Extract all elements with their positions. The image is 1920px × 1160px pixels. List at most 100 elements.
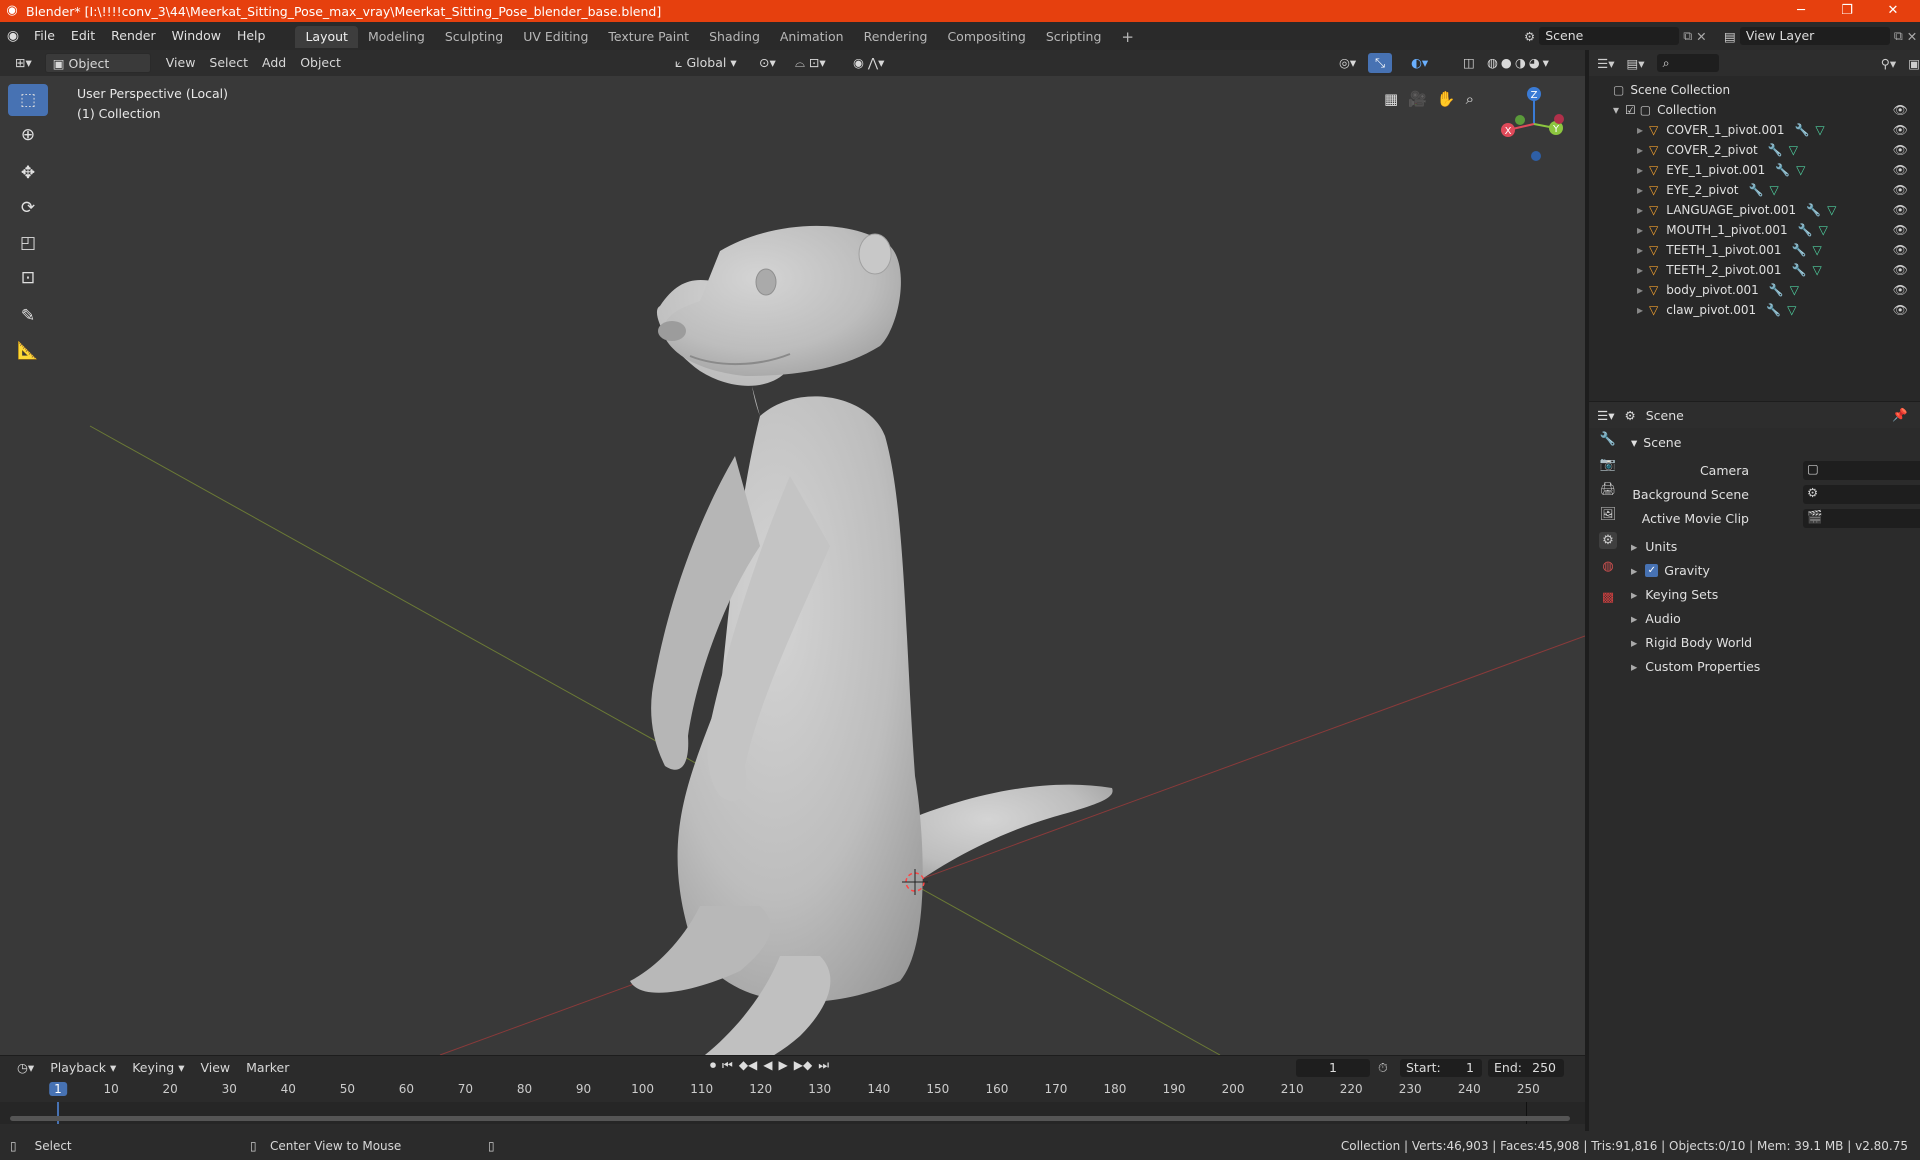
display-mode-icon[interactable]: ▤▾ bbox=[1626, 56, 1644, 71]
view-layer-tab-icon[interactable]: 🖼 bbox=[1600, 507, 1617, 522]
outliner-object-row[interactable]: ▸ ▽ TEETH_1_pivot.001 🔧 ▽ 👁 bbox=[1589, 240, 1920, 260]
mesh-data-icon[interactable]: ▽ bbox=[1769, 183, 1778, 197]
expand-arrow-icon[interactable]: ▸ bbox=[1637, 163, 1643, 177]
eye-icon[interactable]: 👁 bbox=[1893, 143, 1908, 157]
mesh-data-icon[interactable]: ▽ bbox=[1787, 303, 1796, 317]
outliner-collection[interactable]: ▾ ☑ ▢ Collection 👁 bbox=[1589, 100, 1920, 120]
mesh-data-icon[interactable]: ▽ bbox=[1819, 223, 1828, 237]
render-tab-icon[interactable]: 📷 bbox=[1600, 457, 1616, 472]
camera-field[interactable]: ▢✒ bbox=[1803, 460, 1920, 480]
grid-view-icon[interactable]: ▦ bbox=[1384, 90, 1398, 108]
outliner-object-row[interactable]: ▸ ▽ COVER_1_pivot.001 🔧 ▽ 👁 bbox=[1589, 120, 1920, 140]
outliner-object-row[interactable]: ▸ ▽ MOUTH_1_pivot.001 🔧 ▽ 👁 bbox=[1589, 220, 1920, 240]
modifier-wrench-icon[interactable]: 🔧 bbox=[1806, 203, 1821, 217]
eye-icon[interactable]: 👁 bbox=[1893, 283, 1908, 297]
mesh-data-icon[interactable]: ▽ bbox=[1815, 123, 1824, 137]
eye-icon[interactable]: 👁 bbox=[1893, 163, 1908, 177]
camera-view-icon[interactable]: 🎥 bbox=[1408, 90, 1427, 108]
rotate-tool-icon[interactable]: ⟳ bbox=[8, 192, 48, 224]
close-window-button[interactable]: ✕ bbox=[1870, 0, 1916, 22]
current-frame-field[interactable]: 1 bbox=[1296, 1059, 1370, 1077]
subpanel-header[interactable]: ▸ ✓ Gravity bbox=[1621, 558, 1920, 582]
outliner-object-row[interactable]: ▸ ▽ claw_pivot.001 🔧 ▽ 👁 bbox=[1589, 300, 1920, 320]
tab-texture-paint[interactable]: Texture Paint bbox=[598, 26, 699, 48]
proportional-edit-icon[interactable]: ◉ ⋀▾ bbox=[846, 53, 891, 73]
outliner-object-row[interactable]: ▸ ▽ EYE_2_pivot 🔧 ▽ 👁 bbox=[1589, 180, 1920, 200]
zoom-icon[interactable]: ⌕ bbox=[1466, 90, 1474, 108]
orientation-selector[interactable]: ⟀ Global ▾ bbox=[668, 53, 744, 73]
minimize-button[interactable]: ─ bbox=[1778, 0, 1824, 22]
xray-toggle-icon[interactable]: ◫ bbox=[1456, 53, 1482, 73]
stopwatch-icon[interactable]: ⏱ bbox=[1378, 1060, 1388, 1076]
tab-shading[interactable]: Shading bbox=[699, 26, 770, 48]
subpanel-header[interactable]: ▸ Rigid Body World bbox=[1621, 630, 1920, 654]
tab-animation[interactable]: Animation bbox=[770, 26, 854, 48]
overlay-toggle-icon[interactable]: ◐▾ bbox=[1404, 53, 1435, 73]
mode-selector[interactable]: ▣ Object Mode bbox=[44, 53, 151, 91]
eye-icon[interactable]: 👁 bbox=[1893, 223, 1908, 237]
expand-arrow-icon[interactable]: ▸ bbox=[1637, 303, 1643, 317]
outliner-search-input[interactable]: ⌕ bbox=[1656, 54, 1719, 72]
subpanel-header[interactable]: ▸ Audio bbox=[1621, 606, 1920, 630]
pivot-point-icon[interactable]: ⊙▾ bbox=[752, 53, 783, 73]
expand-arrow-icon[interactable]: ▸ bbox=[1637, 283, 1643, 297]
editor-type-icon[interactable]: ⊞▾ bbox=[8, 53, 39, 73]
gizmo-toggle-icon[interactable]: ⤡ bbox=[1368, 53, 1393, 73]
scale-tool-icon[interactable]: ◰ bbox=[8, 227, 48, 259]
tab-uv-editing[interactable]: UV Editing bbox=[513, 26, 598, 48]
tab-layout[interactable]: Layout bbox=[295, 25, 358, 48]
shading-mode-icons[interactable]: ◍●◑◕▾ bbox=[1480, 53, 1559, 73]
pan-hand-icon[interactable]: ✋ bbox=[1437, 90, 1456, 108]
scene-panel-header[interactable]: ▾ Scene bbox=[1621, 430, 1920, 454]
expand-arrow-icon[interactable]: ▸ bbox=[1637, 203, 1643, 217]
viewport-menu-object[interactable]: Object bbox=[293, 53, 348, 73]
background-scene-field[interactable]: ⚙ bbox=[1803, 484, 1920, 504]
tab-sculpting[interactable]: Sculpting bbox=[435, 26, 513, 48]
menu-render[interactable]: Render bbox=[103, 22, 164, 50]
delete-scene-icon[interactable]: ✕ bbox=[1696, 29, 1706, 44]
modifier-wrench-icon[interactable]: 🔧 bbox=[1769, 283, 1784, 297]
timeline-menu-view[interactable]: View bbox=[193, 1058, 237, 1078]
timeline-menu-playback[interactable]: Playback ▾ bbox=[43, 1058, 123, 1078]
output-tab-icon[interactable]: 🖨 bbox=[1600, 482, 1617, 497]
tab-scripting[interactable]: Scripting bbox=[1036, 26, 1112, 48]
expand-arrow-icon[interactable]: ▸ bbox=[1637, 263, 1643, 277]
3d-viewport[interactable]: Z X Y User Perspective (Local) (1) Colle… bbox=[0, 76, 1585, 1055]
mesh-data-icon[interactable]: ▽ bbox=[1827, 203, 1836, 217]
menu-window[interactable]: Window bbox=[164, 22, 229, 50]
play-reverse-icon[interactable]: ◀ bbox=[763, 1058, 772, 1073]
viewport-menu-select[interactable]: Select bbox=[202, 53, 255, 73]
expand-arrow-icon[interactable]: ▸ bbox=[1637, 243, 1643, 257]
outliner-object-row[interactable]: ▸ ▽ EYE_1_pivot.001 🔧 ▽ 👁 bbox=[1589, 160, 1920, 180]
timeline-menu-marker[interactable]: Marker bbox=[239, 1058, 296, 1078]
tab-rendering[interactable]: Rendering bbox=[854, 26, 938, 48]
next-keyframe-icon[interactable]: ▶◆ bbox=[794, 1058, 812, 1073]
collection-checkbox-icon[interactable]: ☑ bbox=[1625, 103, 1636, 117]
mesh-data-icon[interactable]: ▽ bbox=[1813, 243, 1822, 257]
expand-arrow-icon[interactable]: ▸ bbox=[1637, 183, 1643, 197]
modifier-wrench-icon[interactable]: 🔧 bbox=[1766, 303, 1781, 317]
eye-icon[interactable]: 👁 bbox=[1893, 183, 1908, 197]
eye-icon[interactable]: 👁 bbox=[1893, 303, 1908, 317]
modifier-wrench-icon[interactable]: 🔧 bbox=[1749, 183, 1764, 197]
play-icon[interactable]: ▶ bbox=[779, 1058, 788, 1073]
expand-arrow-icon[interactable]: ▸ bbox=[1637, 143, 1643, 157]
outliner-editor-type-icon[interactable]: ☰▾ bbox=[1597, 56, 1614, 71]
texture-tab-icon[interactable]: ▩ bbox=[1602, 590, 1614, 605]
end-frame-field[interactable]: End: 250 bbox=[1488, 1059, 1564, 1077]
snap-icon[interactable]: ⌓ ⊡▾ bbox=[788, 53, 833, 73]
view-layer-selector[interactable]: View Layer bbox=[1739, 27, 1890, 45]
outliner-scene-collection[interactable]: ▢ Scene Collection bbox=[1589, 80, 1920, 100]
jump-start-icon[interactable]: ⏮ bbox=[722, 1058, 733, 1073]
new-view-layer-icon[interactable]: ⧉ bbox=[1894, 28, 1903, 44]
outliner-object-row[interactable]: ▸ ▽ LANGUAGE_pivot.001 🔧 ▽ 👁 bbox=[1589, 200, 1920, 220]
mesh-data-icon[interactable]: ▽ bbox=[1813, 263, 1822, 277]
frame-ruler[interactable]: 1 10 20 30 40 50 60 70 80 90 100 110 120 130 140 150 160… bbox=[0, 1082, 1585, 1102]
subpanel-header[interactable]: ▸ Units bbox=[1621, 534, 1920, 558]
tab-modeling[interactable]: Modeling bbox=[358, 26, 435, 48]
delete-view-layer-icon[interactable]: ✕ bbox=[1907, 29, 1917, 44]
expand-arrow-icon[interactable]: ▸ bbox=[1637, 123, 1643, 137]
subpanel-header[interactable]: ▸ Keying Sets bbox=[1621, 582, 1920, 606]
outliner-object-row[interactable]: ▸ ▽ body_pivot.001 🔧 ▽ 👁 bbox=[1589, 280, 1920, 300]
collapse-arrow-icon[interactable]: ▾ bbox=[1613, 103, 1619, 117]
